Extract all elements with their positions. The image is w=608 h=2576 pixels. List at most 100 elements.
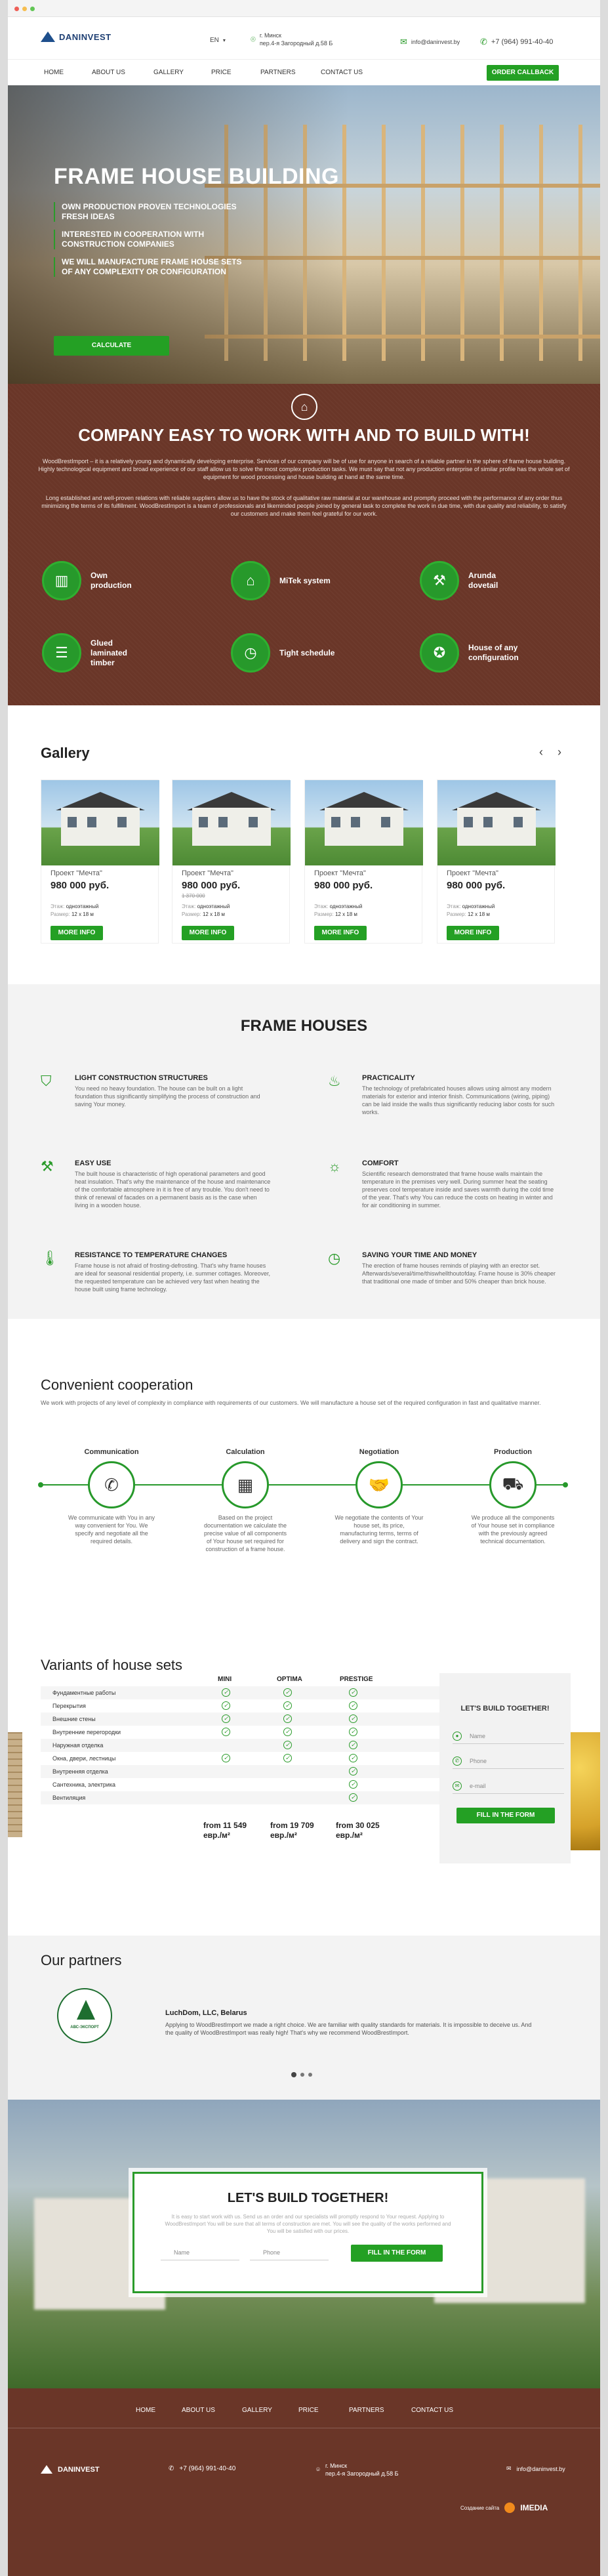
step-title: Calculation [226,1448,265,1456]
gallery-card[interactable]: Проект "Мечта" 980 000 руб. Этаж: одноэт… [41,779,159,944]
phone-placeholder: Phone [263,2249,281,2256]
check-icon: ✓ [349,1728,357,1736]
nav-contact-us[interactable]: CONTACT US [321,69,363,76]
card-floors: одноэтажный [197,904,230,909]
footer-email[interactable]: ✉ info@daninvest.by [506,2465,565,2472]
cta-phone-field[interactable]: Phone [250,2245,329,2260]
phone-icon: ✆ [169,2465,174,2472]
handshake-icon: 🤝 [355,1461,403,1508]
cta-name-field[interactable]: Name [161,2245,239,2260]
gallery-next-button[interactable]: › [557,745,561,759]
flame-icon: ♨ [328,1073,341,1089]
email-link[interactable]: info@daninvest.by [411,39,460,45]
browser-chrome [8,0,600,17]
card-size: 12 x 18 м [71,911,94,917]
partner-name: LuchDom, LLC, Belarus [165,2009,247,2017]
header-phone[interactable]: ✆ +7 (964) 991-40-40 [480,37,553,47]
truck-icon: ⛟ [489,1461,537,1508]
item-desc: The built house is characteristic of hig… [75,1171,271,1209]
site-credit[interactable]: Создание сайта IMEDIA [460,2503,548,2513]
more-info-button[interactable]: MORE INFO [447,926,499,940]
name-field[interactable]: ● Name [453,1728,564,1744]
check-icon: ✓ [222,1714,230,1723]
size-label: Размер: [51,911,70,917]
order-callback-button[interactable]: ORDER CALLBACK [487,65,559,81]
footer-nav-partners[interactable]: PARTNERS [349,2407,384,2414]
credit-label: Создание сайта [460,2504,500,2511]
hero-bullet: INTERESTED IN COOPERATION WITH CONSTRUCT… [54,230,251,249]
fill-form-button[interactable]: FILL IN THE FORM [456,1808,555,1823]
more-info-button[interactable]: MORE INFO [51,926,103,940]
phone-field[interactable]: ✆ Phone [453,1753,564,1769]
nav-price[interactable]: PRICE [211,69,232,76]
check-icon: ✓ [349,1767,357,1776]
column-mini: MINI [218,1676,232,1683]
slider-dot[interactable] [291,2072,296,2077]
row-label: Вентиляция [52,1795,86,1801]
card-title: Проект "Мечта" [447,869,498,877]
footer-logo[interactable]: DANINVEST [41,2465,100,2474]
floors-label: Этаж: [314,904,329,909]
maximize-dot-icon[interactable] [30,7,35,11]
item-desc: Frame house is not afraid of frosting-de… [75,1262,270,1293]
minimize-dot-icon[interactable] [22,7,27,11]
footer-nav-contact-us[interactable]: CONTACT US [411,2407,453,2414]
slider-dot[interactable] [308,2073,312,2077]
language-select[interactable]: EN ▾ [210,37,226,44]
item-title: PRACTICALITY [362,1074,415,1082]
more-info-button[interactable]: MORE INFO [314,926,367,940]
footer-nav-about-us[interactable]: ABOUT US [182,2407,215,2414]
more-info-button[interactable]: MORE INFO [182,926,234,940]
check-icon: ✓ [283,1701,292,1710]
footer-nav-price[interactable]: PRICE [298,2407,319,2414]
phone-link[interactable]: +7 (964) 991-40-40 [491,38,553,46]
cta-submit-button[interactable]: FILL IN THE FORM [351,2245,443,2262]
card-old-price: 1 370 000 [182,893,205,899]
close-dot-icon[interactable] [14,7,19,11]
row-label: Фундаментные работы [52,1690,116,1696]
footer-nav-gallery[interactable]: GALLERY [242,2407,272,2414]
timber-icon: ☰ [42,633,81,673]
card-size: 12 x 18 м [467,911,490,917]
header-email[interactable]: ✉ info@daninvest.by [400,37,460,47]
gallery-card[interactable]: Проект "Мечта" 980 000 руб. 1 370 000 Эт… [172,779,291,944]
check-icon: ✓ [283,1741,292,1749]
check-icon: ✓ [283,1728,292,1736]
hero: FRAME HOUSE BUILDING OWN PRODUCTION PROV… [8,85,600,384]
table-row: Внутренние перегородки ✓ ✓ ✓ [41,1726,439,1739]
footer-phone[interactable]: ✆ +7 (964) 991-40-40 [169,2465,235,2472]
size-label: Размер: [314,911,334,917]
nav-about-us[interactable]: ABOUT US [92,69,125,76]
feature-mitek: ⌂ MiTek system [231,561,338,600]
slider-dot[interactable] [300,2073,304,2077]
feature-label: MiTek system [279,575,331,585]
floors-label: Этаж: [51,904,65,909]
location-pin-icon: ⌾ [251,34,256,44]
row-label: Внутренняя отделка [52,1768,108,1775]
nav-partners[interactable]: PARTNERS [260,69,296,76]
footer-nav-home[interactable]: HOME [136,2407,155,2414]
feature-label: Own production [91,571,132,590]
hammer-icon: ⚒ [41,1158,54,1174]
calculate-button[interactable]: CALCULATE [54,336,169,356]
card-title: Проект "Мечта" [182,869,233,877]
check-icon: ✓ [283,1754,292,1762]
logo[interactable]: DANINVEST [41,31,111,42]
check-icon: ✓ [349,1714,357,1723]
partner-testimonial: Applying to WoodBrestImport we made a ri… [165,2022,532,2036]
gallery-card[interactable]: Проект "Мечта" 980 000 руб. Этаж: одноэт… [437,779,556,944]
price-unit: евр./м² [203,1831,230,1840]
email-field[interactable]: ✉ e-mail [453,1778,564,1794]
about-paragraph: Long established and well-proven relatio… [41,495,567,517]
credit-brand: IMEDIA [520,2503,548,2512]
gallery-card[interactable]: Проект "Мечта" 980 000 руб. Этаж: одноэт… [304,779,423,944]
about-paragraph: WoodBrestImport – it is a relatively you… [38,458,570,480]
gallery-prev-button[interactable]: ‹ [539,745,543,759]
partner-logo: АВС-ЭКСПОРТ [57,1988,112,2043]
frame-house-item: ◷ SAVING YOUR TIME AND MONEY The erectio… [328,1250,571,1316]
nav-gallery[interactable]: GALLERY [153,69,184,76]
cooperation-subtitle: We work with projects of any level of co… [41,1400,541,1406]
nav-home[interactable]: HOME [44,69,64,76]
card-floors: одноэтажный [329,904,363,909]
price-mini: from 11 549 [203,1821,247,1830]
